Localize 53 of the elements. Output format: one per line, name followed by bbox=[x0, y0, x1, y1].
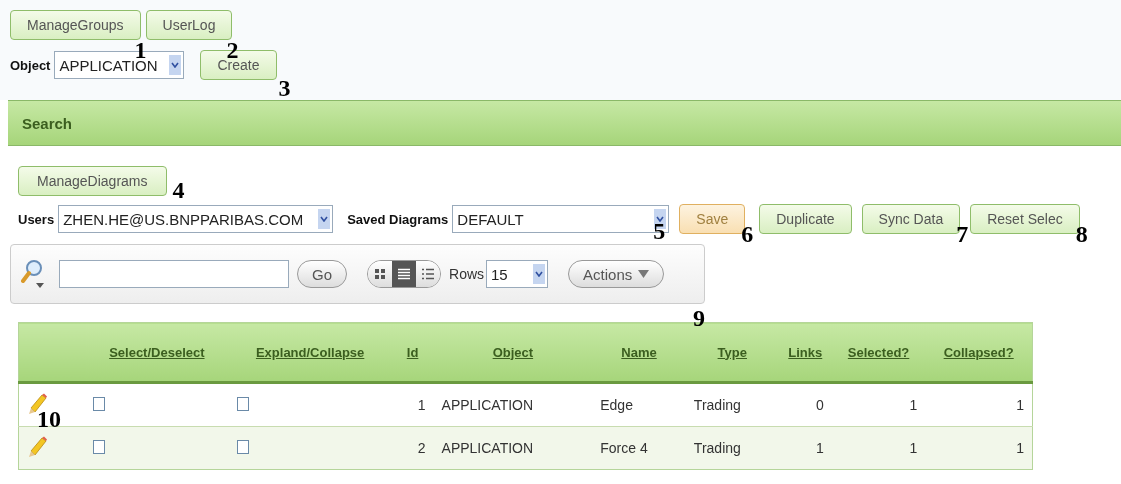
users-select[interactable]: ZHEN.HE@US.BNPPARIBAS.COM bbox=[58, 205, 334, 233]
column-header-link[interactable]: Collapsed? bbox=[943, 344, 1014, 360]
table-cell: 0 bbox=[816, 397, 824, 413]
rows-label: Rows bbox=[449, 266, 485, 282]
grid-view-icon[interactable] bbox=[368, 261, 392, 287]
region-title: Search bbox=[22, 114, 73, 132]
go-button[interactable]: Go bbox=[297, 260, 347, 288]
rows-select[interactable]: 15 bbox=[486, 260, 549, 288]
list-view-icon[interactable] bbox=[416, 261, 440, 287]
column-header-link[interactable]: Select/Deselect bbox=[109, 344, 205, 360]
table-cell: 1 bbox=[1016, 397, 1024, 413]
column-header-link[interactable]: Object bbox=[492, 344, 534, 360]
checkbox[interactable] bbox=[93, 439, 105, 454]
dropdown-icon bbox=[533, 264, 546, 284]
column-header-link[interactable]: Type bbox=[717, 344, 747, 360]
field-label: Object bbox=[10, 57, 51, 73]
column-header-link[interactable]: Name bbox=[621, 344, 657, 360]
search-icon[interactable] bbox=[21, 259, 45, 289]
actions-button[interactable]: Actions bbox=[568, 260, 665, 288]
table-cell: Trading bbox=[693, 397, 741, 413]
caret-icon bbox=[638, 270, 650, 278]
table-cell: 2 bbox=[417, 440, 426, 456]
lines-view-icon[interactable] bbox=[392, 261, 416, 287]
callout-number: 9 bbox=[693, 306, 705, 330]
field-label: Saved Diagrams bbox=[347, 211, 449, 227]
table-cell: 1 bbox=[816, 440, 824, 456]
callout-number: 10 bbox=[37, 406, 61, 431]
tab-button[interactable]: ManageGroups bbox=[10, 10, 141, 40]
tab-button[interactable]: UserLog bbox=[145, 10, 233, 40]
table-cell: Trading bbox=[693, 440, 741, 456]
checkbox[interactable] bbox=[236, 439, 249, 454]
manage-diagrams-button[interactable]: ManageDiagrams bbox=[18, 166, 167, 196]
table-cell: 1 bbox=[1016, 440, 1024, 456]
table-cell: APPLICATION bbox=[441, 440, 534, 456]
checkbox[interactable] bbox=[236, 396, 249, 411]
dropdown-icon bbox=[318, 209, 331, 229]
table-cell: APPLICATION bbox=[441, 397, 534, 413]
dropdown-icon bbox=[169, 55, 182, 75]
action-button[interactable]: Duplicate bbox=[759, 204, 852, 234]
table-cell: 1 bbox=[417, 397, 426, 413]
field-label: Users bbox=[18, 211, 55, 227]
callout-number: 4 bbox=[172, 178, 185, 202]
table-cell: Force 4 bbox=[600, 440, 648, 456]
search-field[interactable] bbox=[59, 260, 289, 288]
column-header-link[interactable]: Links bbox=[788, 344, 823, 360]
checkbox[interactable] bbox=[93, 396, 105, 411]
table-cell: 1 bbox=[909, 397, 918, 413]
column-header-link[interactable]: Expland/Collapse bbox=[255, 344, 365, 360]
column-header-link[interactable]: Id bbox=[406, 344, 419, 360]
table-cell: 1 bbox=[909, 440, 918, 456]
table-cell: Edge bbox=[600, 397, 633, 413]
callout-number: 3 bbox=[278, 76, 291, 100]
column-header-link[interactable]: Selected? bbox=[847, 344, 910, 360]
